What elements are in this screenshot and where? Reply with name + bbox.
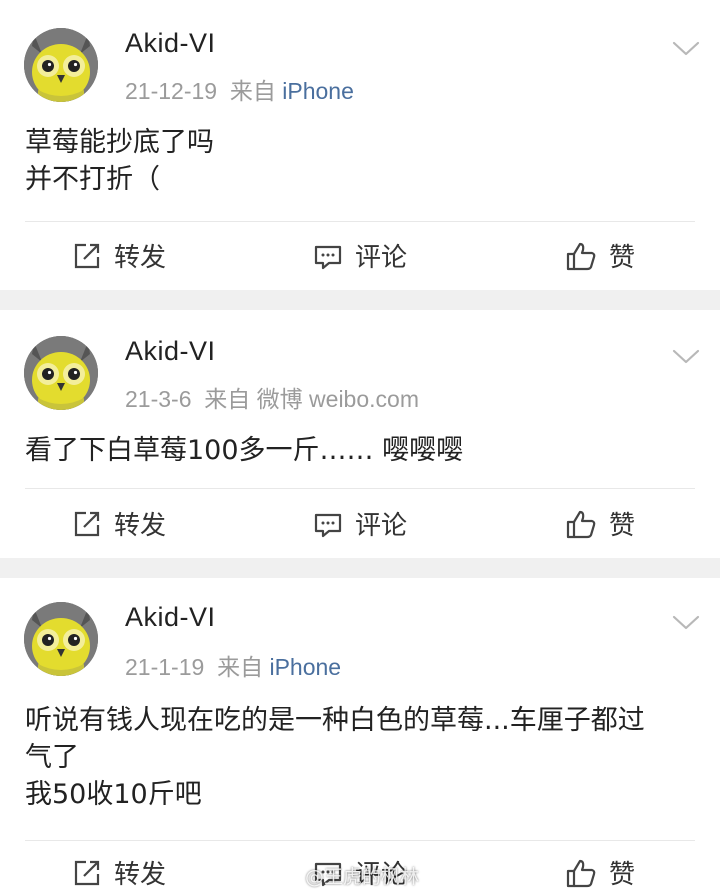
comment-icon xyxy=(314,245,342,269)
post-content: 草莓能抄底了吗 并不打折（ xyxy=(25,127,214,195)
repost-button[interactable]: 转发 xyxy=(72,505,166,542)
chevron-down-icon[interactable] xyxy=(672,614,700,632)
post-content: 听说有钱人现在吃的是一种白色的草莓...车厘子都过 气了 我50收10斤吧 xyxy=(25,705,645,810)
post-date: 21-12-19 xyxy=(125,78,218,104)
repost-button[interactable]: 转发 xyxy=(72,854,166,891)
watermark: @王虎的枫林 xyxy=(305,866,420,888)
post-from-label: 来自 xyxy=(204,386,251,412)
weibo-post: Akid-VI 21-1-19 来自 iPhone 听说有钱人现在吃的是一种白色… xyxy=(0,578,720,895)
post-username[interactable]: Akid-VI xyxy=(125,28,216,59)
owl-avatar-icon[interactable] xyxy=(24,602,98,676)
weibo-post: Akid-VI 21-12-19 来自 iPhone 草莓能抄底了吗 并不打折（… xyxy=(0,0,720,290)
like-label: 赞 xyxy=(609,860,636,890)
post-date: 21-3-6 xyxy=(125,386,192,412)
comment-icon xyxy=(314,513,342,537)
thumbs-up-icon xyxy=(566,242,596,270)
repost-button[interactable]: 转发 xyxy=(72,237,166,274)
post-meta: 21-1-19 来自 iPhone xyxy=(125,648,341,682)
owl-avatar-icon[interactable] xyxy=(24,336,98,410)
like-label: 赞 xyxy=(609,243,636,273)
post-source[interactable]: iPhone xyxy=(269,654,341,680)
post-source[interactable]: iPhone xyxy=(282,78,354,104)
like-button[interactable]: 赞 xyxy=(565,505,635,542)
thumbs-up-icon xyxy=(566,510,596,538)
divider xyxy=(25,221,695,222)
chevron-down-icon[interactable] xyxy=(672,348,700,366)
repost-icon xyxy=(74,511,100,536)
repost-icon xyxy=(74,243,100,268)
like-label: 赞 xyxy=(609,511,636,541)
post-source[interactable]: 微博 weibo.com xyxy=(257,386,419,412)
post-username[interactable]: Akid-VI xyxy=(125,602,216,633)
weibo-post: Akid-VI 21-3-6 来自 微博 weibo.com 看了下白草莓100… xyxy=(0,310,720,558)
repost-icon xyxy=(74,860,100,885)
comment-label: 评论 xyxy=(355,511,408,541)
divider xyxy=(25,840,695,841)
comment-button[interactable]: 评论 xyxy=(313,237,407,274)
repost-label: 转发 xyxy=(114,243,167,273)
post-username[interactable]: Akid-VI xyxy=(125,336,216,367)
post-date: 21-1-19 xyxy=(125,654,205,680)
comment-label: 评论 xyxy=(355,243,408,273)
repost-label: 转发 xyxy=(114,511,167,541)
like-button[interactable]: 赞 xyxy=(565,854,635,891)
chevron-down-icon[interactable] xyxy=(672,40,700,58)
post-from-label: 来自 xyxy=(229,78,276,104)
thumbs-up-icon xyxy=(566,859,596,887)
post-separator xyxy=(0,290,720,310)
repost-label: 转发 xyxy=(114,860,167,890)
post-content: 看了下白草莓100多一斤…… 嘤嘤嘤 xyxy=(25,435,464,466)
post-separator xyxy=(0,558,720,578)
like-button[interactable]: 赞 xyxy=(565,237,635,274)
divider xyxy=(25,488,695,489)
comment-button[interactable]: 评论 xyxy=(313,505,407,542)
owl-avatar-icon[interactable] xyxy=(24,28,98,102)
post-from-label: 来自 xyxy=(217,654,264,680)
post-meta: 21-3-6 来自 微博 weibo.com xyxy=(125,380,419,414)
post-meta: 21-12-19 来自 iPhone xyxy=(125,72,354,106)
